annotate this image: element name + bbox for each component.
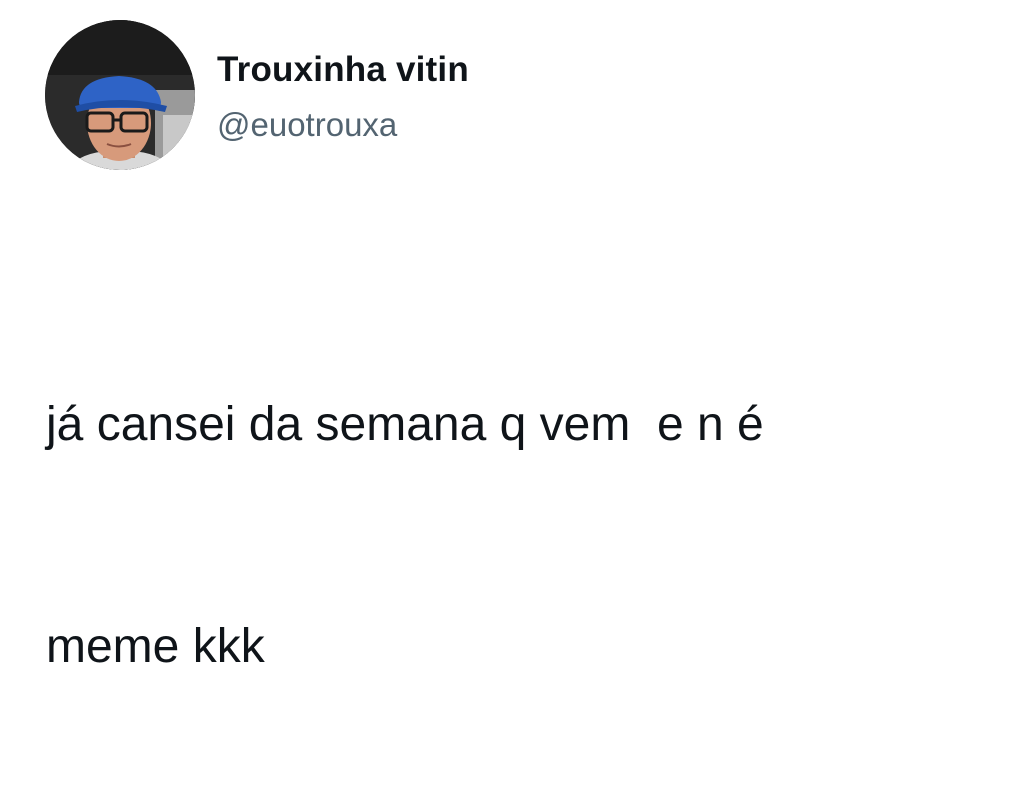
tweet-card: Trouxinha vitin @euotrouxa já cansei da …: [0, 0, 1024, 673]
tweet-text-line-1: já cansei da semana q vem e n é: [46, 398, 764, 451]
tweet-text: já cansei da semana q vem e n é meme kkk: [46, 240, 1006, 808]
user-avatar-icon: [45, 20, 195, 170]
avatar[interactable]: [45, 20, 195, 170]
user-handle[interactable]: @euotrouxa: [217, 104, 397, 146]
tweet-text-line-2: meme kkk: [46, 620, 265, 673]
display-name[interactable]: Trouxinha vitin: [217, 48, 469, 92]
